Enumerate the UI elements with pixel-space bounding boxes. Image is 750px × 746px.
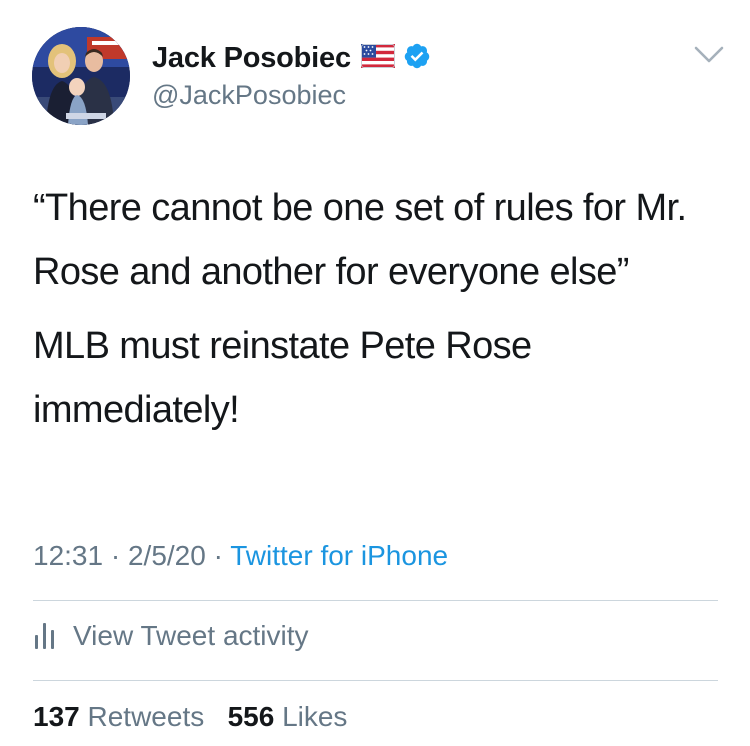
display-name[interactable]: Jack Posobiec (152, 42, 351, 75)
tweet-stats: 137 Retweets 556 Likes (33, 701, 347, 733)
likes-count: 556 (227, 701, 275, 732)
tweet-date: 2/5/20 (127, 540, 206, 571)
tweet-source-link[interactable]: Twitter for iPhone (230, 540, 448, 571)
retweets-count: 137 (33, 701, 80, 732)
likes-label: Likes (282, 701, 348, 732)
view-tweet-activity-label: View Tweet activity (73, 620, 309, 651)
us-flag-icon (360, 43, 395, 73)
tweet-detail: Jack Posobiec @JackPosobiec “There canno… (0, 0, 750, 746)
view-tweet-activity-link[interactable]: View Tweet activity (33, 620, 309, 652)
profile-photo (32, 27, 130, 125)
tweet-paragraph: “There cannot be one set of rules for Mr… (33, 187, 687, 293)
chevron-down-icon[interactable] (694, 44, 724, 66)
tweet-text: “There cannot be one set of rules for Mr… (33, 176, 723, 442)
likes-stat[interactable]: 556 Likes (228, 701, 348, 732)
retweets-stat[interactable]: 137 Retweets (33, 701, 212, 732)
tweet-paragraph: MLB must reinstate Pete Rose immediately… (33, 325, 532, 431)
meta-separator: · (213, 540, 223, 571)
author-handle[interactable]: @JackPosobiec (152, 80, 346, 111)
divider (33, 600, 718, 601)
author-name-row[interactable]: Jack Posobiec (152, 38, 431, 78)
meta-separator: · (110, 540, 121, 571)
tweet-time: 12:31 (33, 540, 104, 571)
divider (33, 680, 718, 681)
retweets-label: Retweets (87, 701, 205, 732)
tweet-meta: 12:31 · 2/5/20 · Twitter for iPhone (33, 540, 448, 572)
verified-badge-icon (403, 42, 431, 75)
bar-chart-icon (35, 623, 54, 649)
avatar[interactable] (32, 27, 130, 125)
